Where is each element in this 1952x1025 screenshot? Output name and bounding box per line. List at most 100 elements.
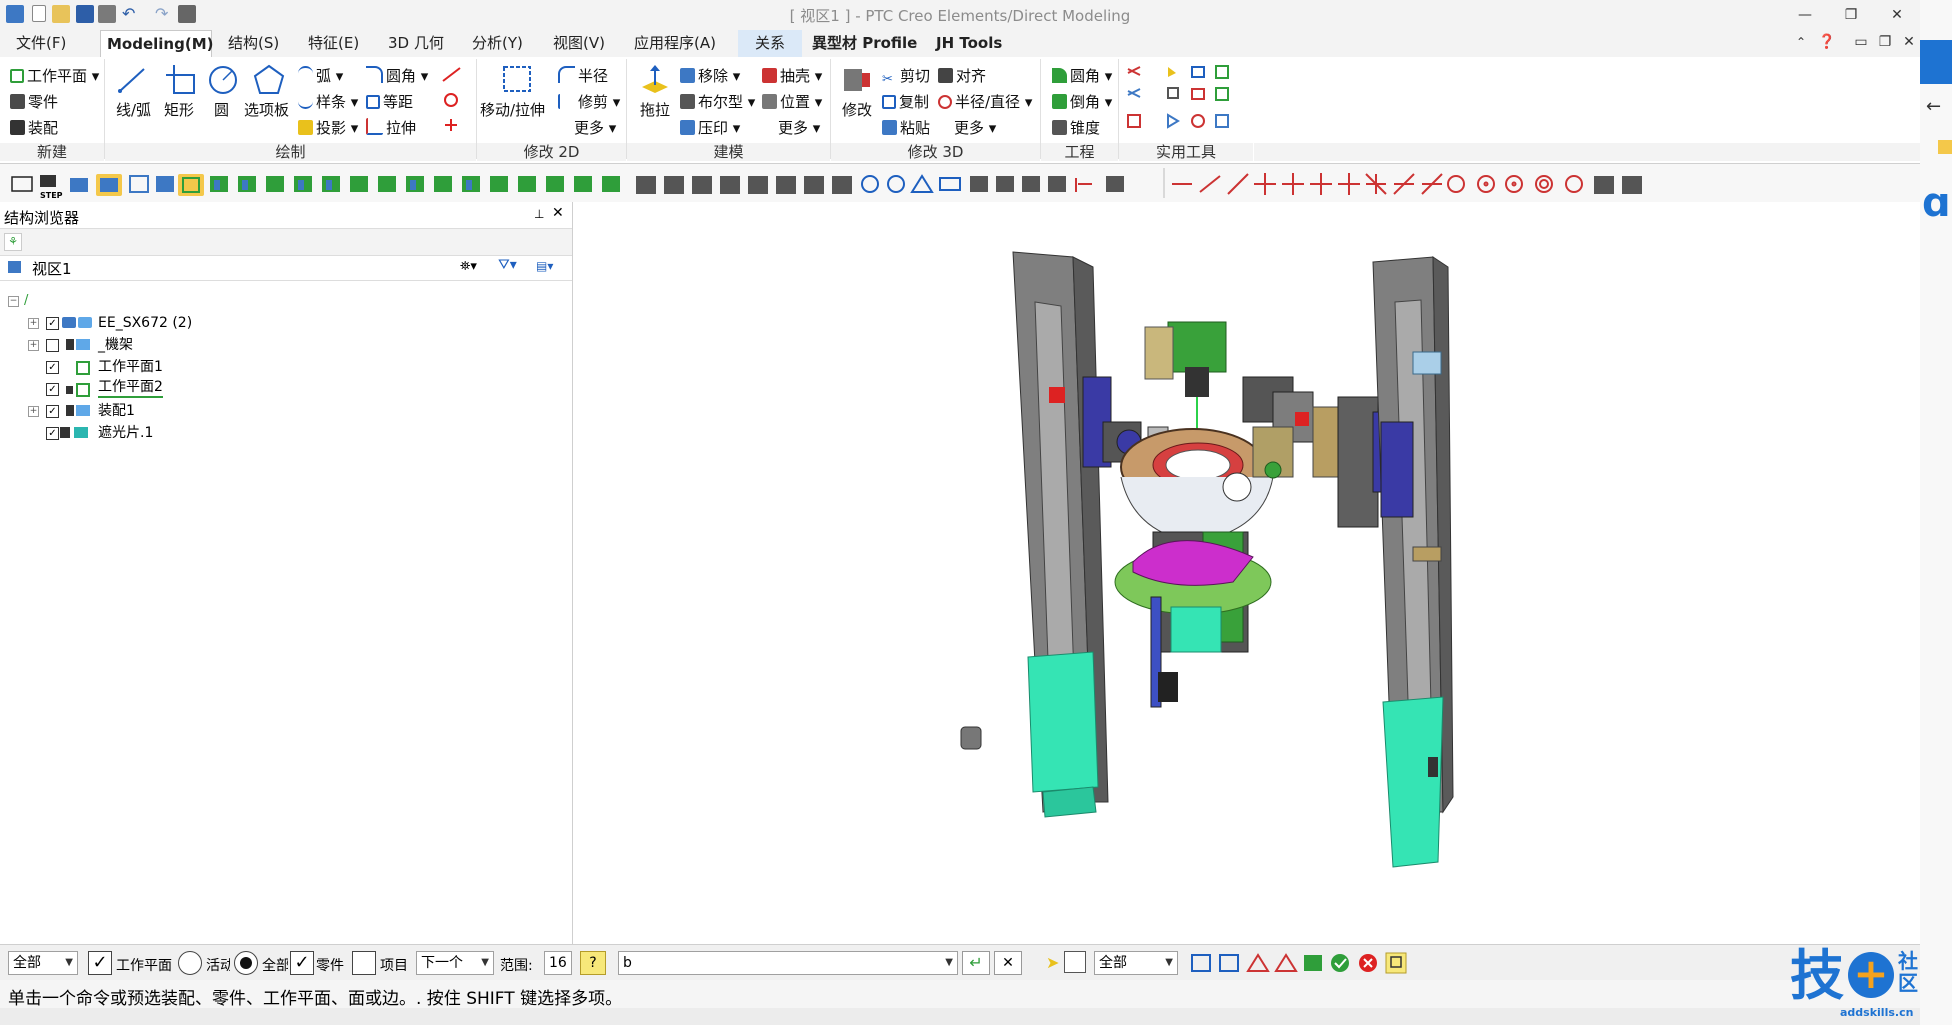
chamfer-icon — [1052, 94, 1067, 109]
paste-button[interactable]: 粘贴 — [882, 117, 930, 138]
pull-button[interactable]: 拖拉 — [640, 99, 670, 120]
active-radio[interactable] — [178, 951, 202, 975]
new-part-button[interactable]: 零件 — [10, 91, 58, 112]
copy-label: 复制 — [899, 93, 930, 111]
expand-icon[interactable]: + — [28, 406, 39, 417]
fillet-2d-button[interactable]: 圆角 ▾ — [366, 65, 428, 86]
help-icon[interactable]: ❓ — [1812, 30, 1842, 54]
visibility-checkbox[interactable]: ✓ — [46, 317, 59, 330]
minimize-button[interactable]: — — [1790, 3, 1820, 27]
offset-button[interactable]: 等距 — [366, 91, 413, 112]
assembly-icon — [66, 339, 74, 350]
binoculars-icon[interactable]: ⛯▾ — [460, 259, 477, 274]
workplane-checkbox[interactable]: ✓ — [88, 951, 112, 975]
visibility-checkbox[interactable]: ✓ — [46, 405, 59, 418]
tree-tab-icon[interactable]: ⚘ — [4, 233, 22, 251]
close-button[interactable]: ✕ — [1882, 3, 1912, 27]
position-button[interactable]: 位置 ▾ — [762, 91, 822, 112]
tab-applications[interactable]: 应用程序(A) — [628, 30, 722, 57]
command-input[interactable]: b ▼ — [618, 951, 958, 975]
remove-button[interactable]: 移除 ▾ — [680, 65, 740, 86]
enter-icon[interactable]: ↵ — [962, 951, 990, 975]
status-bar: 单击一个命令或预选装配、零件、工作平面、面或边。. 按住 SHIFT 键选择多项… — [0, 980, 1920, 1009]
radius-diameter-button[interactable]: 半径/直径 ▾ — [938, 91, 1032, 112]
tab-modeling[interactable]: Modeling(M) — [100, 30, 213, 58]
viewport-label[interactable]: 视区1 — [32, 258, 72, 279]
3d-viewport[interactable] — [573, 202, 1920, 944]
filter-icon[interactable]: ⛛▾ — [498, 257, 517, 273]
line-color-icon[interactable] — [440, 65, 466, 137]
expand-icon[interactable]: + — [28, 318, 39, 329]
expand-icon[interactable]: + — [28, 340, 39, 351]
tab-profile[interactable]: 異型材 Profile — [806, 30, 923, 57]
new-workplane-button[interactable]: 工作平面 ▾ — [10, 65, 99, 86]
more-model-button[interactable]: 更多 ▾ — [762, 117, 820, 138]
modify-button[interactable]: 修改 — [842, 99, 872, 120]
tab-jh-tools[interactable]: JH Tools — [930, 30, 1008, 57]
extend-button[interactable]: 拉伸 — [366, 117, 416, 138]
hint-icon[interactable]: ? — [580, 951, 606, 975]
radius-button[interactable]: 半径 — [558, 65, 608, 86]
visibility-checkbox[interactable]: ✓ — [46, 383, 59, 396]
copy-button[interactable]: 复制 — [882, 91, 929, 112]
move-stretch-button[interactable]: 移动/拉伸 — [480, 99, 545, 120]
select-combo[interactable]: 全部 ▼ — [1094, 951, 1178, 975]
ribbon: 工作平面 ▾ 零件 装配 线/弧 矩形 圆 选项板 弧 ▾ 样条 ▾ 投影 ▾ … — [0, 57, 1920, 164]
tab-structure[interactable]: 结构(S) — [222, 30, 285, 57]
new-assembly-button[interactable]: 装配 — [10, 117, 58, 138]
pin-icon[interactable]: ⊥ — [534, 207, 544, 221]
visibility-checkbox[interactable] — [46, 339, 59, 352]
boolean-button[interactable]: 布尔型 ▾ — [680, 91, 755, 112]
tab-file[interactable]: 文件(F) — [10, 30, 72, 57]
spline-button[interactable]: 样条 ▾ — [298, 91, 358, 112]
line-arc-button[interactable]: 线/弧 — [116, 99, 151, 120]
filter-combo[interactable]: 全部 ▼ — [8, 951, 78, 975]
visibility-checkbox[interactable]: ✓ — [46, 361, 59, 374]
part-checkbox[interactable]: ✓ — [290, 951, 314, 975]
restore-button[interactable]: ❐ — [1836, 3, 1866, 27]
item-checkbox[interactable] — [352, 951, 376, 975]
remove-icon — [680, 68, 695, 83]
shell-button[interactable]: 抽壳 ▾ — [762, 65, 822, 86]
radius-diameter-icon — [938, 95, 952, 109]
columns-icon[interactable]: ▤▾ — [536, 259, 553, 273]
range-input[interactable]: 16 — [544, 951, 572, 975]
cut-label: 剪切 — [900, 67, 931, 85]
toolbar-icons[interactable]: STEP — [0, 164, 1920, 202]
cut-button[interactable]: ✂ 剪切 — [882, 65, 930, 87]
tab-view[interactable]: 视图(V) — [547, 30, 611, 57]
cancel-icon[interactable]: ✕ — [994, 951, 1022, 975]
side-tab-blue[interactable] — [1920, 40, 1952, 84]
selection-tools-icons[interactable] — [1188, 949, 1408, 977]
fillet-3d-button[interactable]: 圆角 ▾ — [1052, 65, 1112, 86]
offset-icon — [366, 95, 380, 109]
arc-button[interactable]: 弧 ▾ — [298, 65, 343, 86]
tab-relations[interactable]: 关系 — [738, 30, 802, 57]
select-mode-icon[interactable] — [1064, 951, 1086, 973]
more-2d-button[interactable]: 更多 ▾ — [558, 117, 616, 138]
taper-button[interactable]: 锥度 — [1052, 117, 1100, 138]
all-radio[interactable] — [234, 951, 258, 975]
collapse-icon[interactable]: − — [8, 296, 19, 307]
back-arrow-icon[interactable]: ← — [1926, 96, 1941, 117]
palette-button[interactable]: 选项板 — [244, 99, 289, 120]
active-marker-icon — [66, 386, 73, 394]
tab-3d-geometry[interactable]: 3D 几何 — [382, 30, 450, 57]
cad-model[interactable] — [573, 202, 1920, 944]
utility-tools-icons[interactable] — [1126, 63, 1246, 133]
project-button[interactable]: 投影 ▾ — [298, 117, 358, 138]
trim-button[interactable]: 修剪 ▾ — [558, 91, 620, 112]
tab-feature[interactable]: 特征(E) — [302, 30, 365, 57]
visibility-checkbox[interactable]: ✓ — [46, 427, 59, 440]
select-cursor-icon[interactable]: ➤ — [1046, 953, 1060, 972]
rectangle-button[interactable]: 矩形 — [164, 99, 194, 120]
imprint-button[interactable]: 压印 ▾ — [680, 117, 740, 138]
fillet-2d-icon — [366, 66, 383, 83]
more-3d-button[interactable]: 更多 ▾ — [938, 117, 996, 138]
tab-analysis[interactable]: 分析(Y) — [466, 30, 529, 57]
chamfer-button[interactable]: 倒角 ▾ — [1052, 91, 1112, 112]
align-button[interactable]: 对齐 — [938, 65, 986, 86]
close-panel-icon[interactable]: ✕ — [552, 205, 564, 221]
next-combo[interactable]: 下一个 ▼ — [416, 951, 494, 975]
circle-button[interactable]: 圆 — [214, 99, 229, 120]
